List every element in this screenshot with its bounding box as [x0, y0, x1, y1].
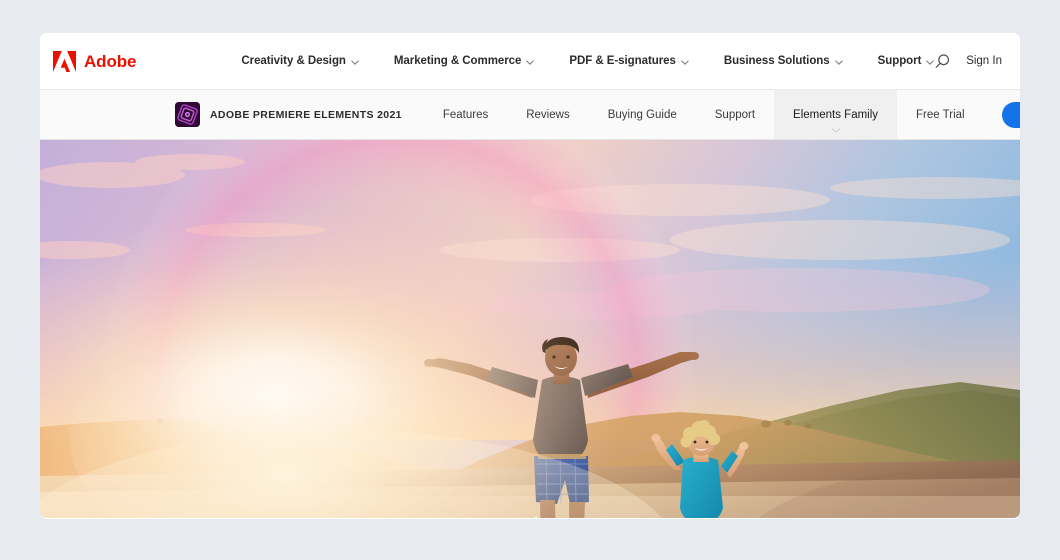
- search-icon[interactable]: [932, 51, 952, 71]
- premiere-elements-app-icon: [175, 102, 200, 127]
- chevron-down-icon: [831, 124, 840, 136]
- chevron-down-icon: [834, 60, 843, 65]
- global-nav-item-business-solutions[interactable]: Business Solutions: [706, 55, 860, 67]
- product-nav-item-label: Free Trial: [916, 108, 965, 121]
- global-nav-links: Creativity & Design Marketing & Commerce…: [223, 55, 951, 67]
- buy-now-button[interactable]: Buy now: [1001, 101, 1020, 128]
- chevron-down-icon: [526, 60, 535, 65]
- global-nav-item-marketing-commerce[interactable]: Marketing & Commerce: [376, 55, 551, 67]
- global-nav-right-group: Sign In: [932, 51, 1002, 71]
- product-nav-item-elements-family[interactable]: Elements Family: [774, 90, 898, 139]
- product-nav-cta-group: Buy now: [984, 90, 1020, 139]
- global-nav-item-creativity-design[interactable]: Creativity & Design: [223, 55, 376, 67]
- global-nav-item-label: Creativity & Design: [241, 55, 346, 67]
- global-nav-item-label: Support: [877, 55, 922, 67]
- adobe-a-logo-icon: [53, 50, 76, 72]
- sign-in-link[interactable]: Sign In: [966, 55, 1002, 67]
- product-nav-item-reviews[interactable]: Reviews: [507, 90, 588, 139]
- global-nav-item-label: Business Solutions: [723, 55, 830, 67]
- product-nav-item-label: Buying Guide: [607, 108, 677, 121]
- product-nav-item-support[interactable]: Support: [696, 90, 774, 139]
- global-nav-item-pdf-esignatures[interactable]: PDF & E-signatures: [551, 55, 705, 67]
- product-nav-item-buying-guide[interactable]: Buying Guide: [589, 90, 696, 139]
- global-nav-item-label: PDF & E-signatures: [569, 55, 676, 67]
- product-title: ADOBE PREMIERE ELEMENTS 2021: [210, 108, 402, 121]
- product-nav-item-label: Features: [442, 108, 489, 121]
- product-nav-item-features[interactable]: Features: [424, 90, 507, 139]
- page-card: Adobe Creativity & Design Marketing & Co…: [40, 33, 1020, 519]
- product-brand-link[interactable]: ADOBE PREMIERE ELEMENTS 2021: [175, 90, 402, 139]
- adobe-brand-link[interactable]: Adobe: [53, 50, 137, 72]
- product-nav-item-label: Elements Family: [793, 108, 879, 121]
- adobe-brand-name: Adobe: [84, 51, 137, 71]
- global-navigation-bar: Adobe Creativity & Design Marketing & Co…: [40, 33, 1020, 90]
- product-nav-links: Features Reviews Buying Guide Support El…: [424, 90, 984, 139]
- product-navigation-bar: ADOBE PREMIERE ELEMENTS 2021 Features Re…: [40, 90, 1020, 140]
- hero-image: [40, 140, 1020, 518]
- product-nav-item-label: Support: [714, 108, 756, 121]
- chevron-down-icon: [680, 60, 689, 65]
- global-nav-item-label: Marketing & Commerce: [393, 55, 522, 67]
- product-nav-item-free-trial[interactable]: Free Trial: [897, 90, 984, 139]
- product-nav-item-label: Reviews: [526, 108, 570, 121]
- chevron-down-icon: [351, 60, 359, 65]
